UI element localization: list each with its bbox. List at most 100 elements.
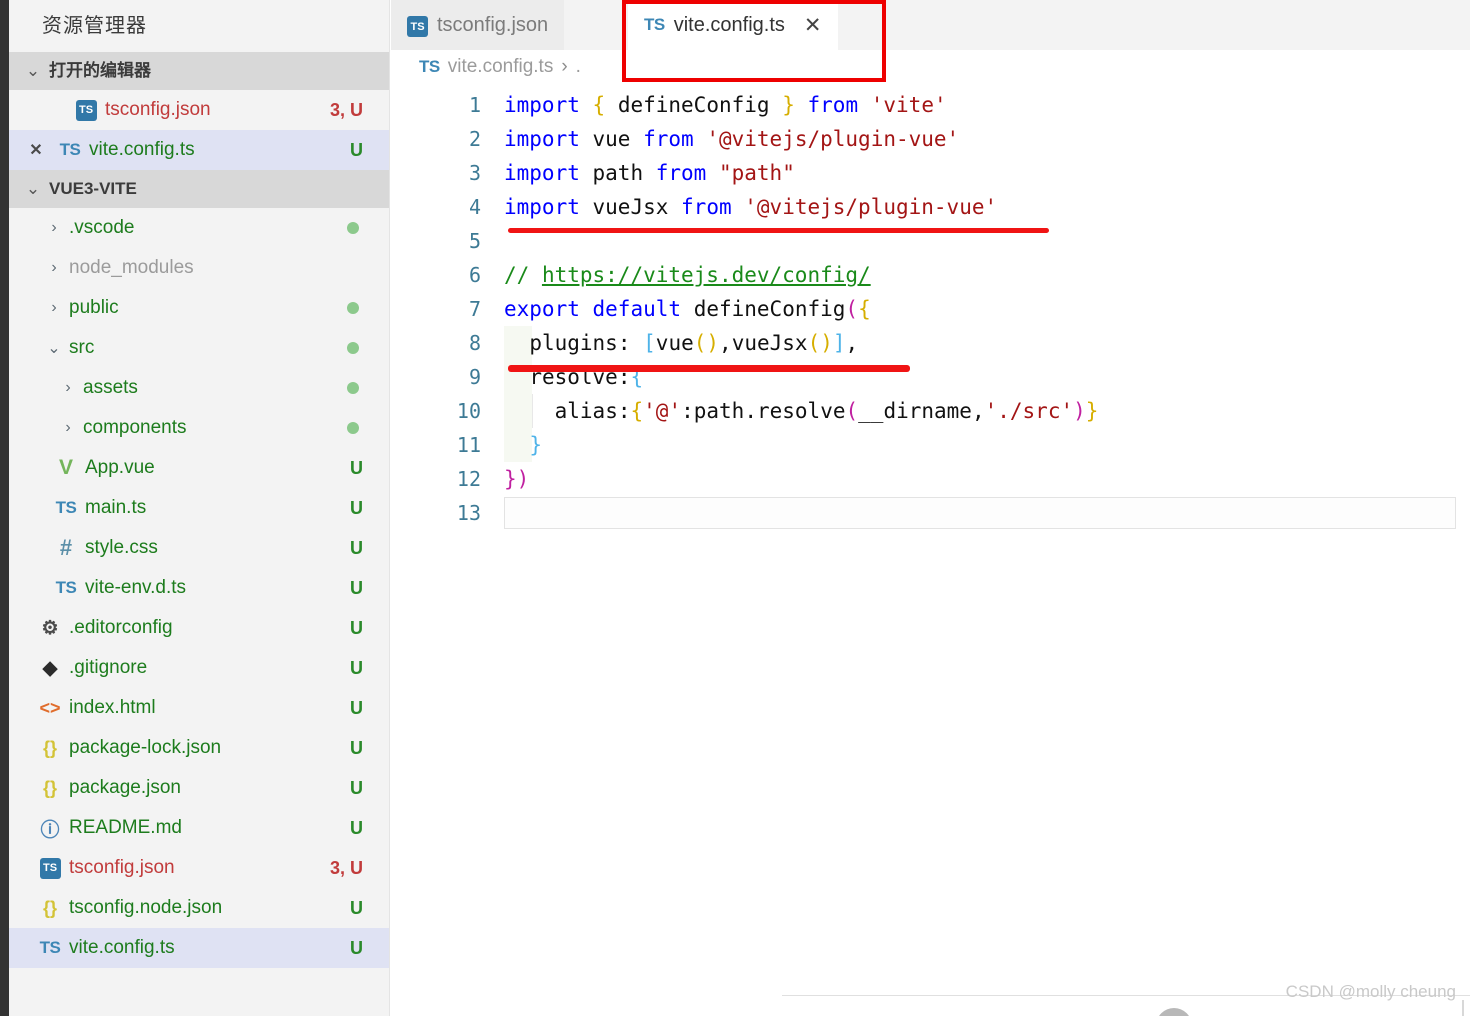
code-line-12[interactable]: 12}) [391,462,1470,496]
chevron-right-icon[interactable]: › [41,259,67,277]
chevron-right-icon: › [561,56,568,77]
tree-item-label: package-lock.json [69,737,222,758]
code-line-text[interactable]: plugins: [vue(),vueJsx()], [504,326,858,360]
code-line-8[interactable]: 8 plugins: [vue(),vueJsx()], [391,326,1470,360]
tree-item-tsconfig-json[interactable]: TS tsconfig.json 3, U [9,848,389,888]
code-line-text[interactable]: export default defineConfig({ [504,292,871,326]
code-line-10[interactable]: 10 alias:{'@':path.resolve(__dirname,'./… [391,394,1470,428]
tree-item-public[interactable]: › public [9,288,389,328]
code-line-2[interactable]: 2 import vue from '@vitejs/plugin-vue' [391,122,1470,156]
gear-icon: ⚙ [41,617,59,639]
chevron-right-icon[interactable]: › [41,219,67,237]
tree-item-readme-md[interactable]: ⓘ README.md U [9,808,389,848]
html-icon: <> [39,697,61,718]
chevron-down-icon[interactable]: ⌄ [41,338,67,358]
open-editor-vite-config-ts[interactable]: ✕ TS vite.config.ts U [9,130,389,170]
code-line-text[interactable]: }) [504,462,529,496]
git-status-badge: U [350,697,363,718]
line-number: 10 [456,399,481,423]
tree-item-src[interactable]: ⌄ src [9,328,389,368]
code-line-1[interactable]: 1 import { defineConfig } from 'vite' [391,88,1470,122]
line-number: 3 [468,161,481,185]
json-icon: {} [42,897,57,918]
tree-item-components[interactable]: › components [9,408,389,448]
close-icon[interactable]: ✕ [19,140,53,160]
line-number: 9 [468,365,481,389]
ts-plain-icon: TS [39,938,61,957]
code-line-text[interactable]: import path from "path" [504,156,795,190]
tree-item-index-html[interactable]: <> index.html U [9,688,389,728]
ts-box-icon: TS [407,13,428,38]
breadcrumb-file[interactable]: vite.config.ts [448,56,554,78]
code-line-text[interactable]: } [504,428,542,462]
ts-plain-icon: TS [55,498,77,517]
code-line-text[interactable]: import { defineConfig } from 'vite' [504,88,947,122]
tree-item-vite-config-ts[interactable]: TS vite.config.ts U [9,928,389,968]
ts-box-icon: TS [69,99,103,121]
folder-status-dot [347,302,359,314]
code-line-text[interactable]: import vueJsx from '@vitejs/plugin-vue' [504,190,997,224]
tree-item-label: package.json [69,777,181,798]
git-status-badge: U [350,897,363,918]
tree-item-package-json[interactable]: {} package.json U [9,768,389,808]
tab-close-icon[interactable]: ✕ [804,13,822,38]
code-line-text[interactable]: import vue from '@vitejs/plugin-vue' [504,122,959,156]
file-tree: › .vscode › node_modules › public ⌄ src › assets ›… [9,208,389,968]
code-line-text[interactable]: // https://vitejs.dev/config/ [504,258,871,292]
code-line-11[interactable]: 11 } [391,428,1470,462]
tree-item-label: style.css [85,537,158,558]
line-number: 13 [456,501,481,525]
git-status-badge: U [350,937,363,958]
line-number: 1 [468,93,481,117]
tab-label: vite.config.ts [673,13,785,36]
code-line-4[interactable]: 4 import vueJsx from '@vitejs/plugin-vue' [391,190,1470,224]
folder-status-dot [347,382,359,394]
tree-item-tsconfig-node-json[interactable]: {} tsconfig.node.json U [9,888,389,928]
vscode-window: 资源管理器 ⌄ 打开的编辑器 TS tsconfig.json 3, U ✕ T… [0,0,1470,1016]
code-line-13[interactable]: 13 [391,496,1470,530]
tree-item-label: tsconfig.node.json [69,897,223,918]
folder-status-dot [347,422,359,434]
tree-item-label: public [69,297,119,318]
line-number: 12 [456,467,481,491]
section-open-editors[interactable]: ⌄ 打开的编辑器 [9,52,389,90]
code-line-6[interactable]: 6 // https://vitejs.dev/config/ [391,258,1470,292]
code-line-3[interactable]: 3 import path from "path" [391,156,1470,190]
open-editor-label: vite.config.ts [89,139,195,160]
current-line-highlight [504,497,1456,529]
tree-item-vscode[interactable]: › .vscode [9,208,389,248]
chevron-right-icon[interactable]: › [41,299,67,317]
tree-item-editorconfig[interactable]: ⚙ .editorconfig U [9,608,389,648]
breadcrumb[interactable]: TS vite.config.ts › . [391,50,1470,84]
tree-item-package-lock-json[interactable]: {} package-lock.json U [9,728,389,768]
tree-item-style-css[interactable]: # style.css U [9,528,389,568]
folder-status-dot [347,222,359,234]
chevron-down-icon: ⌄ [25,61,41,80]
editor-area: TS tsconfig.json TS vite.config.ts ✕ TS … [391,0,1470,1016]
activity-bar[interactable] [0,0,9,1016]
tree-item-assets[interactable]: › assets [9,368,389,408]
line-number: 5 [468,229,481,253]
chevron-right-icon[interactable]: › [55,419,81,437]
tab-vite-config-ts[interactable]: TS vite.config.ts ✕ [628,0,838,50]
tree-item-label: components [83,417,187,438]
chevron-right-icon[interactable]: › [55,379,81,397]
annotation-red-underline-line4 [508,228,1049,233]
tree-item-app-vue[interactable]: V App.vue U [9,448,389,488]
explorer-title: 资源管理器 [42,15,147,37]
breadcrumb-symbol[interactable]: . [576,56,581,78]
line-number: 2 [468,127,481,151]
code-line-7[interactable]: 7 export default defineConfig({ [391,292,1470,326]
tree-item-main-ts[interactable]: TS main.ts U [9,488,389,528]
tree-item-label: node_modules [69,257,194,278]
tree-item-node-modules[interactable]: › node_modules [9,248,389,288]
line-number: 7 [468,297,481,321]
open-editor-tsconfig-json[interactable]: TS tsconfig.json 3, U [9,90,389,130]
tree-item-gitignore[interactable]: ◆ .gitignore U [9,648,389,688]
tab-tsconfig-json[interactable]: TS tsconfig.json [391,0,565,50]
code-editor[interactable]: 1 import { defineConfig } from 'vite' 2 imp… [391,84,1470,530]
section-project-root[interactable]: ⌄ VUE3-VITE [9,170,389,208]
tree-item-vite-env-d-ts[interactable]: TS vite-env.d.ts U [9,568,389,608]
code-line-text[interactable]: alias:{'@':path.resolve(__dirname,'./src… [504,394,1099,428]
section-open-editors-label: 打开的编辑器 [49,61,151,80]
